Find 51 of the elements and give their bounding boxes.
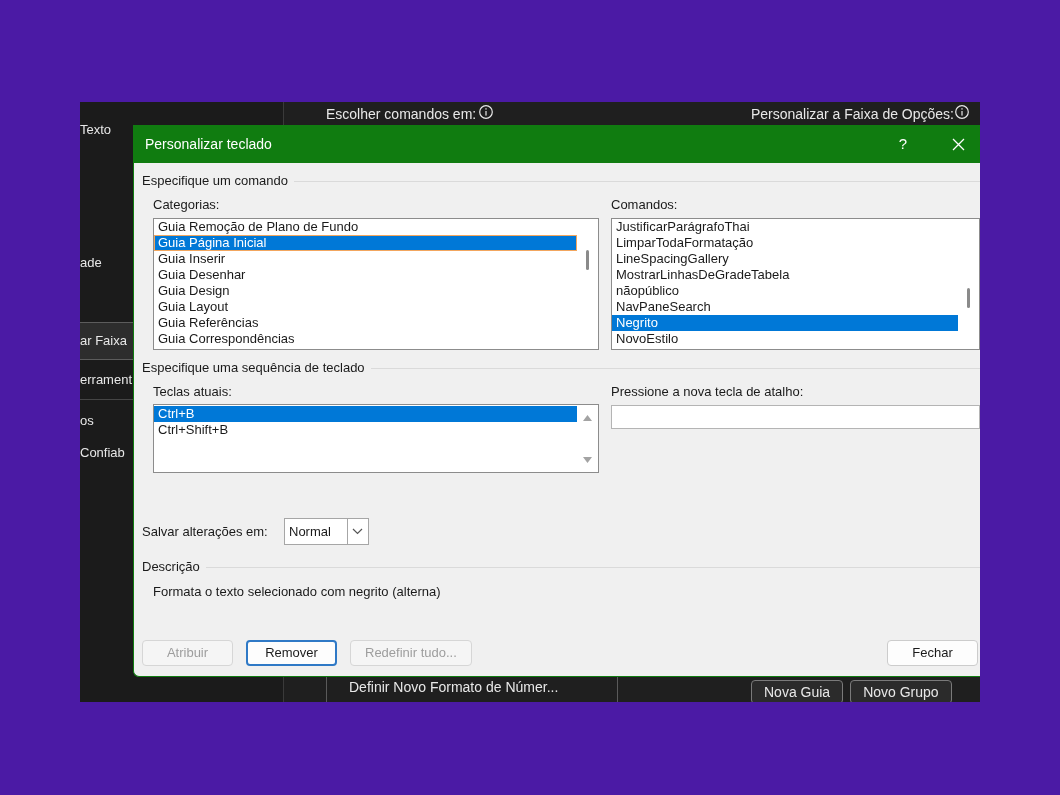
list-item[interactable]: Guia Desenhar	[154, 267, 577, 283]
list-item[interactable]: MostrarLinhasDeGradeTabela	[612, 267, 958, 283]
close-dialog-button[interactable]: Fechar	[887, 640, 978, 666]
sidebar-item[interactable]: ade	[80, 247, 133, 279]
field-label: Comandos:	[611, 197, 679, 213]
group-heading: Descrição	[142, 558, 200, 577]
list-item[interactable]: NovoEstilo	[612, 331, 958, 347]
info-icon	[955, 105, 969, 119]
field-label: Categorias:	[153, 197, 221, 213]
close-icon	[951, 137, 965, 151]
scrollbar-thumb[interactable]	[967, 288, 970, 308]
scroll-up-icon[interactable]	[583, 415, 592, 421]
list-item[interactable]: Guia Layout	[154, 299, 577, 315]
info-icon	[479, 105, 494, 119]
sidebar-item[interactable]: Texto	[80, 114, 133, 146]
list-item[interactable]: LineSpacingGallery	[612, 251, 958, 267]
field-label: Salvar alterações em:	[142, 522, 269, 541]
template-dropdown[interactable]: Normal	[284, 518, 369, 545]
dialog-title: Personalizar teclado	[145, 134, 272, 154]
group-heading: Especifique uma sequência de teclado	[142, 359, 365, 378]
list-item[interactable]: LimparTodaFormatação	[612, 235, 958, 251]
ribbon-button[interactable]: Novo Grupo	[850, 680, 952, 702]
list-item[interactable]: Negrito	[612, 315, 958, 331]
list-item[interactable]: Guia Correspondências	[154, 331, 577, 347]
section-label: Personalizar a Faixa de Opções:	[750, 104, 954, 124]
field-label: Teclas atuais:	[153, 384, 233, 400]
scrollbar-thumb[interactable]	[586, 250, 589, 270]
list-item[interactable]: JustificarParágrafoThai	[612, 219, 958, 235]
sidebar-item[interactable]: os	[80, 405, 133, 437]
list-item[interactable]: Guia Remoção de Plano de Fundo	[154, 219, 577, 235]
list-item[interactable]: Definir Novo Formato de Númer...	[349, 678, 617, 696]
sidebar-item[interactable]: errament	[80, 364, 133, 396]
list-item[interactable]: Guia Referências	[154, 315, 577, 331]
scroll-down-icon[interactable]	[583, 457, 592, 463]
shortcut-field[interactable]	[611, 405, 980, 429]
help-button[interactable]: ?	[880, 125, 926, 163]
list-item[interactable]: NavPaneSearch	[612, 299, 958, 315]
field-label: Pressione a nova tecla de atalho:	[611, 384, 805, 400]
sidebar-item[interactable]: Confiab	[80, 437, 133, 469]
list-item[interactable]: Ctrl+B	[154, 406, 577, 422]
list-item[interactable]: nãopúblico	[612, 283, 958, 299]
section-label: Escolher comandos em:	[326, 104, 477, 124]
ribbon-button[interactable]: Nova Guia	[751, 680, 844, 702]
dialog-button[interactable]: Remover	[246, 640, 337, 666]
list-item[interactable]: Guia Design	[154, 283, 577, 299]
group-heading: Especifique um comando	[142, 172, 288, 191]
list-item[interactable]: Guia Página Inicial	[154, 235, 577, 251]
description-text: Formata o texto selecionado com negrito (alterna)	[153, 584, 442, 600]
list-item[interactable]: Guia Inserir	[154, 251, 577, 267]
sidebar-item[interactable]: ar Faixa	[80, 322, 133, 360]
list-item[interactable]: Ctrl+Shift+B	[154, 422, 577, 438]
